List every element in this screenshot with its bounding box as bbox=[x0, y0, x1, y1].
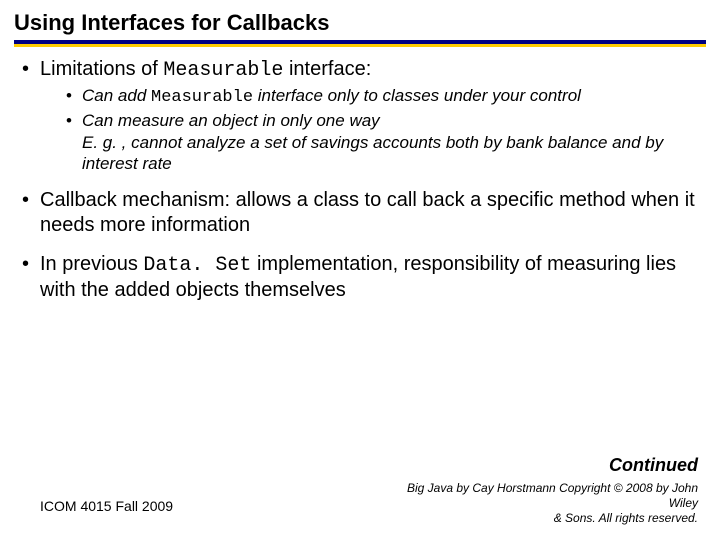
footer-right-line1: Big Java by Cay Horstmann Copyright © 20… bbox=[407, 481, 698, 510]
bullet-limitations-post: interface: bbox=[283, 58, 371, 80]
slide: Using Interfaces for Callbacks Limitatio… bbox=[0, 0, 720, 540]
bullet-previous: In previous Data. Set implementation, re… bbox=[22, 252, 698, 303]
sub-one-way-text: Can measure an object in only one way bbox=[82, 111, 380, 130]
title-block: Using Interfaces for Callbacks bbox=[0, 0, 720, 36]
sub-can-add-pre: Can add bbox=[82, 86, 151, 105]
code-measurable-1: Measurable bbox=[163, 59, 283, 82]
bullet-limitations: Limitations of Measurable interface: Can… bbox=[22, 57, 698, 174]
footer-right: Big Java by Cay Horstmann Copyright © 20… bbox=[378, 481, 698, 526]
bullet-limitations-pre: Limitations of bbox=[40, 58, 163, 80]
code-measurable-2: Measurable bbox=[151, 88, 253, 107]
bullet-callback-text: Callback mechanism: allows a class to ca… bbox=[40, 189, 695, 236]
sub-one-way-example: E. g. , cannot analyze a set of savings … bbox=[82, 133, 663, 173]
code-dataset: Data. Set bbox=[143, 254, 251, 277]
sub-can-add-post: interface only to classes under your con… bbox=[253, 86, 581, 105]
footer-right-line2: & Sons. All rights reserved. bbox=[554, 511, 698, 525]
slide-body: Limitations of Measurable interface: Can… bbox=[0, 57, 720, 303]
sub-bullet-one-way: Can measure an object in only one way E.… bbox=[66, 110, 698, 174]
slide-title: Using Interfaces for Callbacks bbox=[14, 10, 706, 36]
footer-left: ICOM 4015 Fall 2009 bbox=[40, 498, 173, 514]
sub-bullet-can-add: Can add Measurable interface only to cla… bbox=[66, 85, 698, 108]
bullet-callback: Callback mechanism: allows a class to ca… bbox=[22, 188, 698, 238]
continued-label: Continued bbox=[609, 455, 698, 476]
bullet-previous-pre: In previous bbox=[40, 253, 143, 275]
title-rule-gold bbox=[14, 44, 706, 47]
